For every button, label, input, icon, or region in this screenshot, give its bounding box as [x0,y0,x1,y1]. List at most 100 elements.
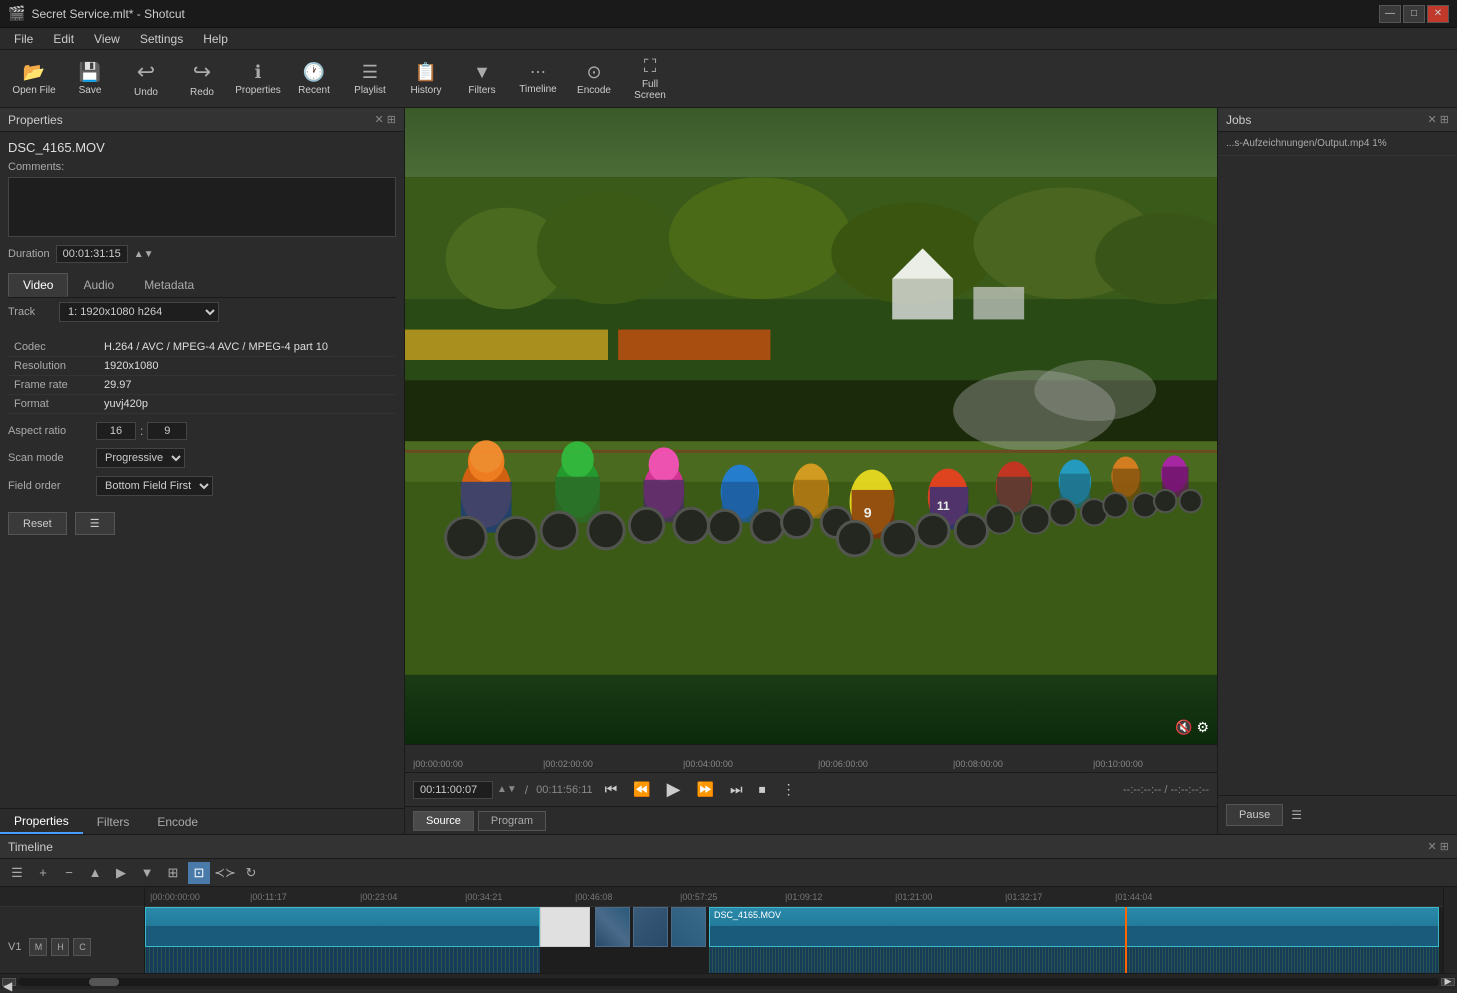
menu-view[interactable]: View [84,30,130,48]
menu-help[interactable]: Help [193,30,238,48]
clip-filename: DSC_4165.MOV [8,140,396,155]
scroll-left-btn[interactable]: ◀ [2,978,16,986]
properties-button[interactable]: ℹ Properties [232,54,284,104]
tl-snap-btn[interactable]: ⊡ [188,862,210,884]
scrollbar-track[interactable] [18,978,1439,986]
video-preview[interactable]: 9 11 [405,108,1217,744]
filters-button[interactable]: ▼ Filters [456,54,508,104]
tl-loop-btn[interactable]: ↻ [240,862,262,884]
timeline-header-controls: ✕ ⊞ [1428,840,1450,853]
thumb-img-1 [596,908,629,946]
save-button[interactable]: 💾 Save [64,54,116,104]
stop-button[interactable]: ⏹ [755,779,770,800]
skip-start-button[interactable]: ⏮ [601,779,622,800]
menu-file[interactable]: File [4,30,43,48]
jobs-menu-icon[interactable]: ☰ [1291,808,1302,822]
aspect-colon: : [140,424,143,438]
tl-clip-second[interactable]: DSC_4165.MOV [709,907,1439,947]
tl-thumb-1[interactable] [595,907,630,947]
tl-menu-btn[interactable]: ☰ [6,862,28,884]
aspect-width-input[interactable] [96,422,136,440]
thumb-img-3 [672,908,705,946]
toolbar: 📂 Open File 💾 Save ↩ Undo ↪ Redo ℹ Prope… [0,50,1457,108]
tl-split-btn[interactable]: ⊞ [162,862,184,884]
field-select[interactable]: Bottom Field First [96,476,213,496]
properties-content: DSC_4165.MOV Comments: Duration 00:01:31… [0,132,404,808]
tl-ripple-btn[interactable]: ≺≻ [214,862,236,884]
tl-append-btn[interactable]: ▼ [136,862,158,884]
tab-audio[interactable]: Audio [68,273,129,297]
prop-buttons: Reset ☰ [8,512,396,535]
track-hide-btn[interactable]: H [51,938,69,956]
tl-clip-main[interactable] [145,907,540,947]
in-point-button[interactable]: ⋮ [778,779,800,800]
undo-button[interactable]: ↩ Undo [120,54,172,104]
menu-edit[interactable]: Edit [43,30,84,48]
volume-icon[interactable]: 🔇 [1175,719,1192,736]
duration-spinner[interactable]: ▲▼ [134,249,154,260]
tl-track-area-v1[interactable]: DSC_4165.MOV [145,907,1443,973]
recent-button[interactable]: 🕐 Recent [288,54,340,104]
bottom-tab-encode[interactable]: Encode [143,811,212,833]
rewind-button[interactable]: ⏪ [629,779,654,800]
program-tab[interactable]: Program [478,811,546,831]
menu-settings[interactable]: Settings [130,30,193,48]
bottom-tab-filters[interactable]: Filters [83,811,144,833]
timeline-ruler: |00:00:00:00 |00:02:00:00 |00:04:00:00 |… [405,744,1217,772]
maximize-button[interactable]: □ [1403,5,1425,23]
fullscreen-button[interactable]: ⛶ Full Screen [624,54,676,104]
tl-thumb-2[interactable] [633,907,668,947]
fast-forward-button[interactable]: ⏩ [693,779,718,800]
skip-end-button[interactable]: ⏭ [726,779,747,800]
track-select[interactable]: 1: 1920x1080 h264 [59,302,219,322]
field-label: Field order [8,480,88,492]
tl-remove-btn[interactable]: − [58,862,80,884]
playlist-button[interactable]: ☰ Playlist [344,54,396,104]
open-file-label: Open File [12,85,55,96]
ruler-mark-3: |00:06:00:00 [818,759,868,769]
properties-header-controls: ✕ ⊞ [375,113,397,126]
tl-mark-2: |00:23:04 [360,892,397,902]
save-label: Save [79,85,102,96]
encode-button[interactable]: ⊙ Encode [568,54,620,104]
aspect-label: Aspect ratio [8,425,88,437]
timeline-tracks[interactable]: |00:00:00:00 |00:11:17 |00:23:04 |00:34:… [145,887,1443,973]
tl-add-btn[interactable]: + [32,862,54,884]
track-lock-btn[interactable]: C [73,938,91,956]
timeline-button[interactable]: ⋯ Timeline [512,54,564,104]
timeline-header: Timeline ✕ ⊞ [0,835,1457,859]
history-button[interactable]: 📋 History [400,54,452,104]
close-button[interactable]: ✕ [1427,5,1449,23]
redo-button[interactable]: ↪ Redo [176,54,228,104]
tl-lift-btn[interactable]: ▲ [84,862,106,884]
source-tab[interactable]: Source [413,811,474,831]
bottom-tab-properties[interactable]: Properties [0,810,83,834]
playback-controls: ▲▼ / 00:11:56:11 ⏮ ⏪ ▶ ⏩ ⏭ ⏹ ⋮ --:--:--:… [405,772,1217,806]
minimize-button[interactable]: — [1379,5,1401,23]
vertical-scrollbar[interactable] [1443,887,1457,973]
aspect-height-input[interactable] [147,422,187,440]
ruler-mark-4: |00:08:00:00 [953,759,1003,769]
play-button[interactable]: ▶ [663,777,685,802]
scrollbar-thumb[interactable] [89,978,119,986]
time-spinner[interactable]: ▲▼ [497,784,517,795]
prop-menu-button[interactable]: ☰ [75,512,115,535]
tl-overwrite-btn[interactable]: ▶ [110,862,132,884]
current-time-input[interactable] [413,781,493,799]
pause-button[interactable]: Pause [1226,804,1283,826]
duration-value: 00:01:31:15 [56,245,128,263]
tab-metadata[interactable]: Metadata [129,273,209,297]
settings-icon[interactable]: ⚙ [1196,719,1209,736]
comments-box[interactable] [8,177,396,237]
tl-mark-8: |01:32:17 [1005,892,1042,902]
open-file-button[interactable]: 📂 Open File [8,54,60,104]
scan-select[interactable]: Progressive [96,448,185,468]
recent-label: Recent [298,85,330,96]
track-mute-btn[interactable]: M [29,938,47,956]
reset-button[interactable]: Reset [8,512,67,535]
tab-video[interactable]: Video [8,273,68,297]
scroll-right-btn[interactable]: ▶ [1441,978,1455,986]
fullscreen-label: Full Screen [626,79,674,101]
comments-label: Comments: [8,161,396,173]
tl-thumb-3[interactable] [671,907,706,947]
